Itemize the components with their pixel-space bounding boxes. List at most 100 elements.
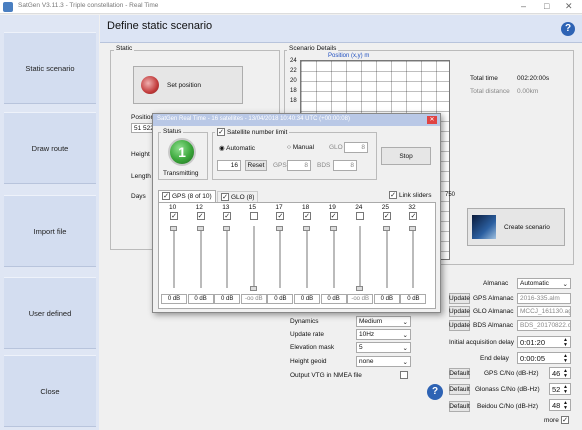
slider-thumb[interactable] bbox=[303, 226, 310, 231]
tab-glo[interactable]: ✓ GLO (8) bbox=[217, 191, 259, 202]
slider-thumb[interactable] bbox=[409, 226, 417, 231]
spinner-icon[interactable]: ▲ ▼ bbox=[563, 338, 568, 348]
glo-cn-field[interactable]: 52 ▲ ▼ bbox=[549, 383, 571, 395]
sidebar-item-close[interactable]: Close bbox=[4, 355, 96, 427]
sidebar-item-import-file[interactable]: Import file bbox=[4, 195, 96, 267]
title-bar: SatGen V3.11.3 - Triple constellation - … bbox=[0, 0, 582, 14]
init-delay-field[interactable]: 0:01:20 ▲ ▼ bbox=[517, 336, 571, 348]
satellite-enable-checkbox[interactable]: ✓ bbox=[196, 212, 205, 220]
manual-radio[interactable]: ○ Manual bbox=[287, 144, 314, 151]
satellite-db-value: -oo dB bbox=[347, 294, 374, 304]
spinner-icon[interactable]: ▲ ▼ bbox=[563, 401, 568, 411]
satellite-limit-checkbox[interactable]: ✓ bbox=[217, 128, 225, 136]
default-bds-cn-button[interactable]: Default bbox=[449, 401, 470, 412]
end-delay-field[interactable]: 0:00:05 ▲ ▼ bbox=[517, 352, 571, 364]
chevron-down-icon: ⌄ bbox=[402, 319, 408, 326]
close-icon[interactable]: ✕ bbox=[565, 1, 573, 12]
create-scenario-label: Create scenario bbox=[504, 223, 550, 231]
satellite-enable-checkbox[interactable] bbox=[249, 212, 258, 220]
more-checkbox[interactable]: ✓ bbox=[561, 416, 569, 424]
sidebar-item-user-defined[interactable]: User defined bbox=[4, 277, 96, 349]
spinner-icon[interactable]: ▲ ▼ bbox=[563, 354, 568, 364]
slider-thumb[interactable] bbox=[382, 226, 390, 231]
y-tick: 24 bbox=[290, 58, 297, 64]
link-sliders-checkbox[interactable]: ✓ bbox=[389, 191, 397, 199]
reset-button[interactable]: Reset bbox=[245, 160, 267, 171]
update-glo-almanac-button[interactable]: Update bbox=[449, 306, 470, 317]
stop-button[interactable]: Stop bbox=[381, 147, 431, 165]
bds-almanac-field[interactable]: BDS_20170822.c bbox=[517, 320, 571, 331]
dialog-close-icon[interactable]: ✕ bbox=[427, 116, 437, 124]
bds-limit-field[interactable]: 8 bbox=[333, 160, 357, 171]
satellite-column: 18 ✓ 0 dB bbox=[294, 202, 320, 309]
create-scenario-button[interactable]: Create scenario bbox=[467, 208, 565, 246]
dynamics-select[interactable]: Medium ⌄ bbox=[356, 316, 411, 327]
elevation-mask-select[interactable]: 5 ⌄ bbox=[356, 342, 411, 353]
glo-cn-label: Glonass C/No (dB-Hz) bbox=[475, 386, 540, 393]
y-tick: 18 bbox=[290, 88, 297, 94]
update-gps-almanac-button[interactable]: Update bbox=[449, 293, 470, 304]
update-bds-almanac-button[interactable]: Update bbox=[449, 320, 470, 331]
glo-limit-field[interactable]: 8 bbox=[344, 142, 368, 153]
set-position-button[interactable]: Set position bbox=[133, 66, 243, 104]
satellite-enable-checkbox[interactable]: ✓ bbox=[382, 212, 391, 220]
link-sliders[interactable]: ✓ Link sliders bbox=[389, 191, 431, 199]
slider-thumb[interactable] bbox=[356, 286, 364, 291]
slider-track bbox=[252, 226, 255, 288]
help-icon[interactable]: ? bbox=[561, 22, 575, 36]
y-tick: 20 bbox=[290, 78, 297, 84]
almanac-label: Almanac bbox=[483, 280, 509, 287]
satellite-column: 12 ✓ 0 dB bbox=[187, 202, 214, 309]
gps-almanac-field[interactable]: 2016-335.alm bbox=[517, 293, 571, 304]
slider-thumb[interactable] bbox=[249, 286, 257, 291]
gps-cn-field[interactable]: 46 ▲ ▼ bbox=[549, 367, 571, 379]
satellite-enable-checkbox[interactable]: ✓ bbox=[170, 212, 178, 220]
height-geoid-select[interactable]: none ⌄ bbox=[356, 356, 411, 367]
satellite-prn: 25 bbox=[381, 204, 390, 211]
status-text: Transmitting bbox=[163, 170, 199, 177]
help-icon[interactable]: ? bbox=[427, 384, 443, 400]
automatic-radio[interactable]: ◉ Automatic bbox=[219, 144, 255, 152]
slider-thumb[interactable] bbox=[223, 226, 231, 231]
spinner-icon[interactable]: ▲ ▼ bbox=[563, 385, 568, 395]
sidebar-item-static-scenario[interactable]: Static scenario bbox=[4, 32, 96, 104]
satellite-enable-checkbox[interactable]: ✓ bbox=[329, 212, 338, 220]
slider-thumb[interactable] bbox=[276, 226, 284, 231]
almanac-mode-select[interactable]: Automatic ⌄ bbox=[517, 278, 571, 289]
satellite-column: 10 ✓ 0 dB bbox=[161, 202, 187, 309]
satellite-enable-checkbox[interactable]: ✓ bbox=[303, 212, 311, 220]
default-glo-cn-button[interactable]: Default bbox=[449, 384, 470, 395]
window-title: SatGen V3.11.3 - Triple constellation - … bbox=[18, 2, 159, 9]
spinner-icon[interactable]: ▲ ▼ bbox=[563, 369, 568, 379]
gps-limit-field[interactable]: 8 bbox=[287, 160, 311, 171]
radio-empty-icon: ○ bbox=[287, 144, 291, 151]
satellite-prn: 24 bbox=[355, 204, 363, 211]
elevation-mask-label: Elevation mask bbox=[290, 344, 335, 351]
minimize-icon[interactable]: – bbox=[521, 1, 526, 11]
satellite-enable-checkbox[interactable]: ✓ bbox=[223, 212, 232, 220]
sidebar-item-draw-route[interactable]: Draw route bbox=[4, 112, 96, 184]
satellite-enable-checkbox[interactable] bbox=[356, 212, 365, 220]
sidebar-item-label: User defined bbox=[28, 308, 72, 318]
set-position-label: Set position bbox=[167, 81, 201, 89]
bds-cn-value: 48 bbox=[552, 401, 561, 410]
dynamics-label: Dynamics bbox=[290, 318, 319, 325]
update-rate-select[interactable]: 10Hz ⌄ bbox=[356, 329, 411, 340]
satellite-enable-checkbox[interactable]: ✓ bbox=[409, 212, 418, 220]
satellite-enable-checkbox[interactable]: ✓ bbox=[276, 212, 285, 220]
glo-tab-checkbox[interactable]: ✓ bbox=[221, 193, 229, 201]
sat-count-field[interactable]: 16 bbox=[217, 160, 241, 171]
satellite-column: 13 ✓ 0 dB bbox=[214, 202, 241, 309]
slider-thumb[interactable] bbox=[196, 226, 204, 231]
gps-tab-checkbox[interactable]: ✓ bbox=[162, 192, 170, 200]
slider-thumb[interactable] bbox=[170, 226, 177, 231]
default-gps-cn-button[interactable]: Default bbox=[449, 368, 470, 379]
height-label: Height bbox=[131, 151, 150, 158]
glo-cn-value: 52 bbox=[552, 385, 561, 394]
tab-gps[interactable]: ✓ GPS (8 of 10) bbox=[158, 190, 216, 202]
slider-thumb[interactable] bbox=[329, 226, 337, 231]
glo-almanac-field[interactable]: MCCJ_161130.ag bbox=[517, 306, 571, 317]
maximize-icon[interactable]: □ bbox=[544, 1, 549, 11]
vtg-checkbox[interactable] bbox=[400, 371, 408, 379]
bds-cn-field[interactable]: 48 ▲ ▼ bbox=[549, 399, 571, 411]
